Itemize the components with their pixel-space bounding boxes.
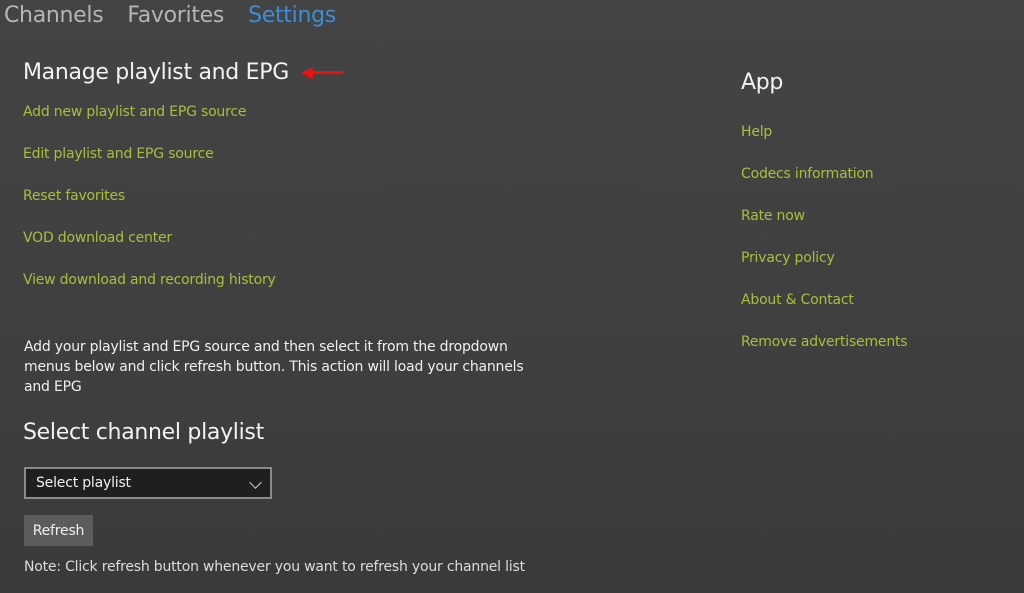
codecs-information-link[interactable]: Codecs information xyxy=(741,164,907,206)
playlist-dropdown-value: Select playlist xyxy=(36,475,131,491)
manage-heading: Manage playlist and EPG xyxy=(23,58,543,88)
refresh-note: Note: Click refresh button whenever you … xyxy=(24,559,525,575)
refresh-button[interactable]: Refresh xyxy=(24,515,93,546)
reset-favorites-link[interactable]: Reset favorites xyxy=(23,186,543,228)
manage-title: Manage playlist and EPG xyxy=(23,60,289,85)
instructions-text: Add your playlist and EPG source and the… xyxy=(24,339,524,395)
tab-favorites[interactable]: Favorites xyxy=(127,1,224,31)
remove-ads-link[interactable]: Remove advertisements xyxy=(741,332,908,374)
playlist-dropdown[interactable]: Select playlist xyxy=(24,467,272,499)
top-tabs: Channels Favorites Settings xyxy=(4,1,336,31)
tab-channels[interactable]: Channels xyxy=(4,1,104,31)
privacy-policy-link[interactable]: Privacy policy xyxy=(741,248,907,290)
help-link[interactable]: Help xyxy=(741,122,907,164)
app-title: App xyxy=(741,70,784,95)
tab-settings[interactable]: Settings xyxy=(248,1,336,31)
add-playlist-link[interactable]: Add new playlist and EPG source xyxy=(23,102,543,144)
chevron-down-icon xyxy=(249,476,262,489)
about-contact-link[interactable]: About & Contact xyxy=(741,290,907,332)
manage-section: Manage playlist and EPG Add new playlist… xyxy=(23,58,543,312)
download-history-link[interactable]: View download and recording history xyxy=(23,270,543,312)
app-links: Help Codecs information Rate now Privacy… xyxy=(741,122,908,374)
select-playlist-heading: Select channel playlist xyxy=(23,420,264,445)
app-section: App Help Codecs information Rate now Pri… xyxy=(741,68,908,374)
vod-download-center-link[interactable]: VOD download center xyxy=(23,228,543,270)
manage-links: Add new playlist and EPG source Edit pla… xyxy=(23,102,543,312)
rate-now-link[interactable]: Rate now xyxy=(741,206,907,248)
red-arrow-annotation-icon xyxy=(300,67,343,79)
edit-playlist-link[interactable]: Edit playlist and EPG source xyxy=(23,144,543,186)
